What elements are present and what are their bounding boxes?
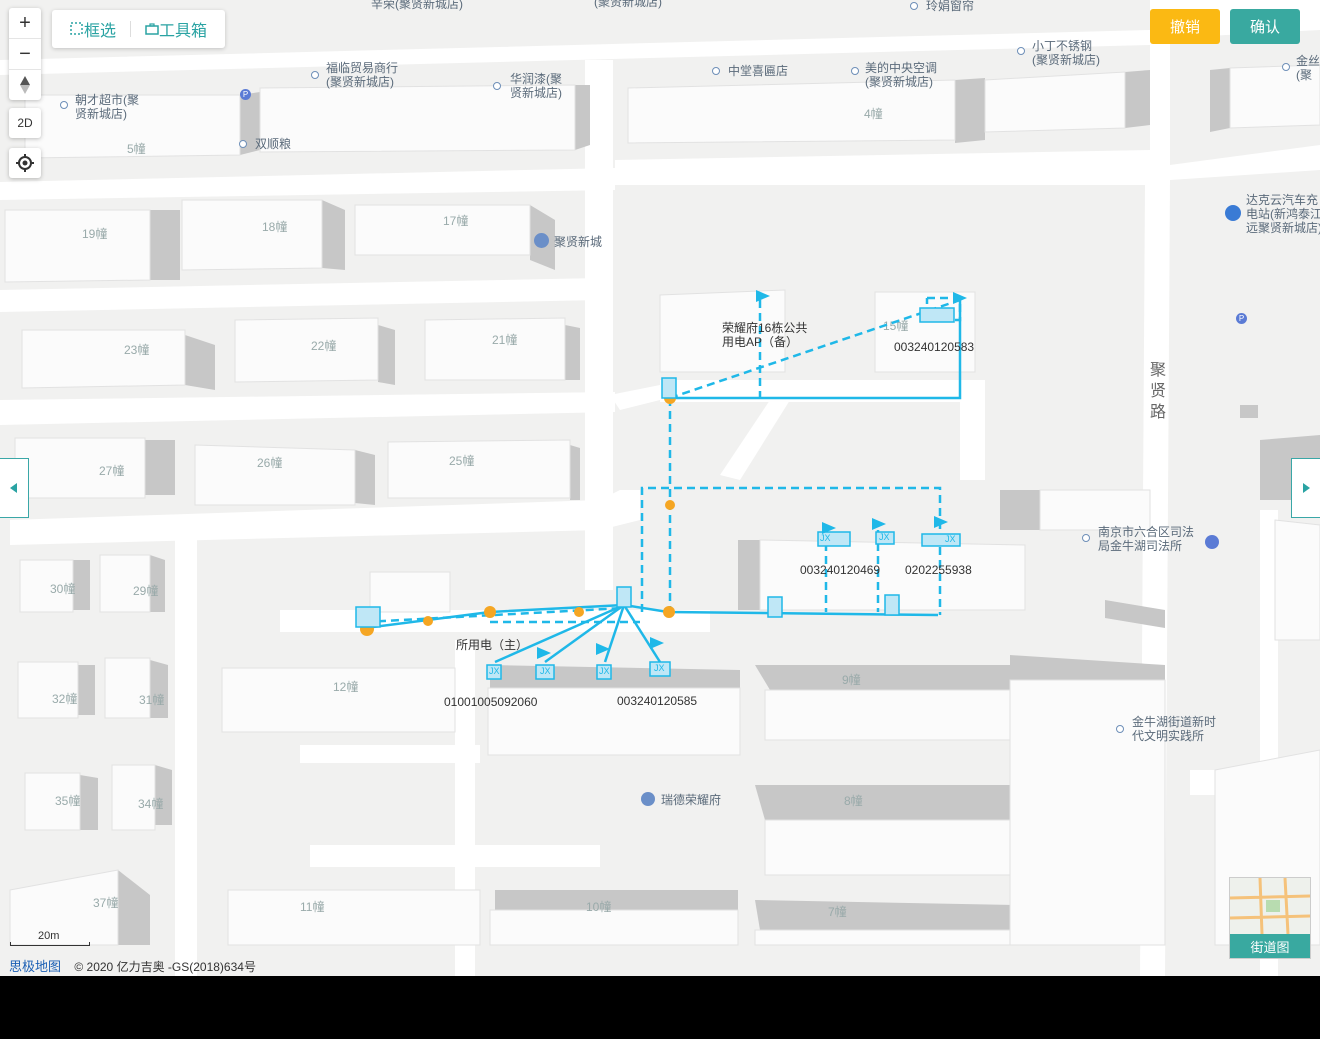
copyright-text: © 2020 亿力吉奥 -GS(2018)634号 (74, 960, 256, 974)
jx-box-label: JX (540, 666, 551, 676)
zoom-controls: + − (9, 8, 41, 100)
map-brand-link[interactable]: 思极地图 (9, 959, 61, 974)
chevron-left-icon (10, 483, 17, 493)
map-canvas[interactable]: 辛荣(聚贤新城店) (聚贤新城店) 玲娟窗帘 福临贸易商行 (聚贤新城店) 华润… (0, 0, 1320, 976)
2d-toggle-button[interactable]: 2D (9, 108, 41, 138)
jx-box-label: JX (945, 534, 956, 544)
left-panel-toggle[interactable] (0, 458, 29, 518)
jx-box-label: JX (820, 533, 831, 543)
street-view-thumbnail (1229, 877, 1311, 935)
device-id-label: 0202255938 (905, 563, 972, 577)
solid-line (603, 604, 626, 663)
jx-box-label: JX (489, 666, 500, 676)
device-id-label: 003240120469 (800, 563, 881, 577)
box-select-tool[interactable]: 框选 (64, 17, 122, 41)
device-id-label: 003240120583 (894, 340, 975, 354)
toolbox-label: 工具箱 (159, 23, 208, 40)
compass-icon (20, 76, 30, 94)
compass-button[interactable] (9, 70, 41, 100)
solid-line (364, 603, 939, 630)
device-id-label: 003240120585 (617, 694, 698, 708)
toolbox-icon (145, 23, 159, 35)
jx-box-label: JX (654, 663, 665, 673)
power-network[interactable] (0, 0, 1320, 976)
zoom-in-button[interactable]: + (9, 8, 41, 39)
street-view-label: 街道图 (1230, 934, 1310, 958)
map-toolbar: 框选 工具箱 (52, 10, 226, 48)
right-panel-toggle[interactable] (1291, 458, 1320, 518)
street-view-button[interactable]: 街道图 (1229, 877, 1311, 959)
scale-label: 20m (38, 930, 60, 942)
confirm-button[interactable]: 确认 (1230, 9, 1300, 44)
main-supply-label: 所用电（主） (456, 638, 529, 652)
scale-line (10, 942, 90, 946)
jx-box-label: JX (879, 532, 890, 542)
locate-icon (16, 154, 34, 172)
scale-bar: 20m (10, 930, 90, 946)
transformer-boxes (355, 307, 961, 680)
zoom-out-button[interactable]: − (9, 39, 41, 70)
cancel-button[interactable]: 撤销 (1150, 9, 1220, 44)
toolbox-tool[interactable]: 工具箱 (139, 17, 213, 41)
ap-label: 荣耀府16栋公共 用电AP（备） (722, 321, 808, 349)
chevron-right-icon (1303, 483, 1310, 493)
jx-box-label: JX (599, 666, 610, 676)
solid-line (622, 604, 662, 663)
toolbar-divider (130, 21, 132, 37)
box-select-label: 框选 (84, 23, 117, 40)
device-id-label: 01001005092060 (444, 695, 538, 709)
locate-button[interactable] (9, 148, 41, 178)
box-select-icon (70, 22, 83, 35)
map-attribution: 思极地图 © 2020 亿力吉奥 -GS(2018)634号 (9, 956, 256, 975)
